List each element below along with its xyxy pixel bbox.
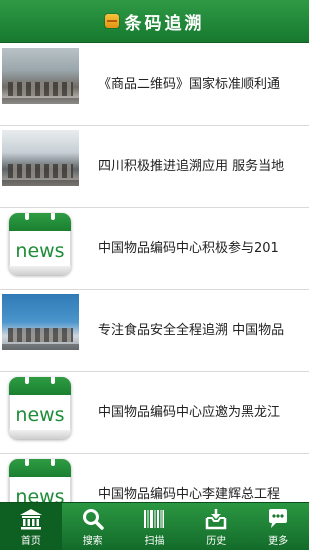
list-item[interactable]: news 中国物品编码中心积极参与201 <box>0 208 309 290</box>
news-icon-text: news <box>15 486 65 502</box>
news-icon-text: news <box>15 404 65 426</box>
article-thumbnail <box>2 130 79 186</box>
bottom-tab-bar: 首页 搜索 扫描 历史 更多 <box>0 502 309 550</box>
article-title: 四川积极推进追溯应用 服务当地 <box>98 159 285 174</box>
tab-label: 历史 <box>206 536 227 547</box>
list-item[interactable]: news 中国物品编码中心应邀为黑龙江 <box>0 372 309 454</box>
barcode-icon <box>144 510 165 528</box>
list-item[interactable]: 《商品二维码》国家标准顺利通 <box>0 44 309 126</box>
tab-label: 扫描 <box>144 536 165 547</box>
tab-label: 更多 <box>268 536 289 547</box>
article-title: 《商品二维码》国家标准顺利通 <box>98 77 281 92</box>
tab-label: 搜索 <box>82 536 103 547</box>
article-thumbnail <box>2 294 79 350</box>
news-list[interactable]: 《商品二维码》国家标准顺利通 四川积极推进追溯应用 服务当地 news 中国物品… <box>0 44 309 502</box>
tab-history[interactable]: 历史 <box>185 503 247 550</box>
article-title: 专注食品安全全程追溯 中国物品 <box>98 323 285 338</box>
tab-label: 首页 <box>20 536 41 547</box>
article-thumbnail <box>2 48 79 104</box>
home-icon <box>19 509 42 530</box>
list-item[interactable]: 四川积极推进追溯应用 服务当地 <box>0 126 309 208</box>
search-icon <box>82 509 104 530</box>
tab-scan[interactable]: 扫描 <box>124 503 186 550</box>
article-title: 中国物品编码中心应邀为黑龙江 <box>98 405 281 420</box>
tab-home[interactable]: 首页 <box>0 503 62 550</box>
news-icon: news <box>9 213 71 275</box>
history-icon <box>206 509 227 530</box>
top-bar: 条码追溯 <box>0 0 309 43</box>
page-title: 条码追溯 <box>124 13 205 34</box>
list-item[interactable]: 专注食品安全全程追溯 中国物品 <box>0 290 309 372</box>
article-title: 中国物品编码中心李建辉总工程 <box>98 487 281 502</box>
list-item[interactable]: news 中国物品编码中心李建辉总工程 <box>0 454 309 502</box>
tab-search[interactable]: 搜索 <box>62 503 124 550</box>
article-title: 中国物品编码中心积极参与201 <box>98 241 279 256</box>
news-icon: news <box>9 377 71 439</box>
app-logo-icon <box>104 14 119 28</box>
more-icon <box>269 509 288 528</box>
tab-more[interactable]: 更多 <box>247 503 309 550</box>
news-icon: news <box>9 459 71 502</box>
news-icon-text: news <box>15 240 65 262</box>
